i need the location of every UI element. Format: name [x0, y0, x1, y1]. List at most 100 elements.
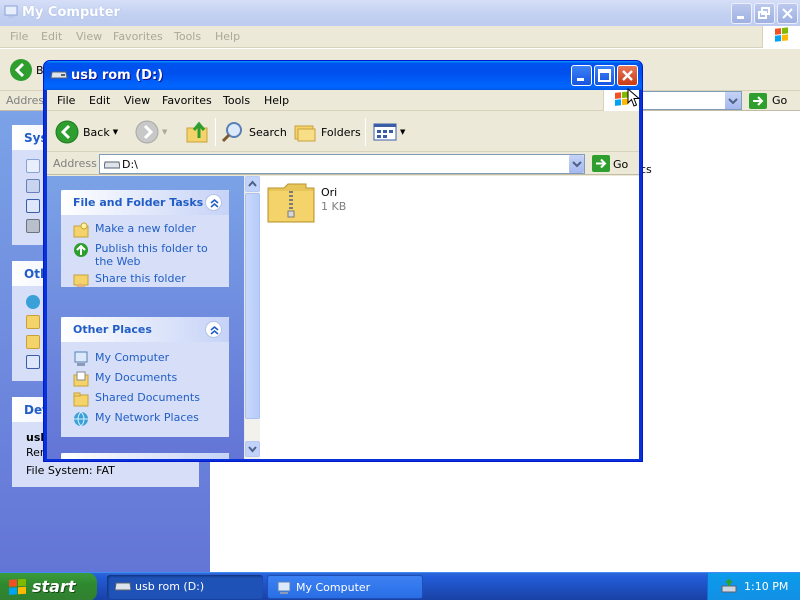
menu-favorites[interactable]: Favorites: [113, 30, 163, 43]
address-label: Address: [53, 157, 97, 170]
documents-icon: [73, 371, 89, 387]
taskbar-item-usb-rom[interactable]: usb rom (D:): [107, 575, 263, 599]
forward-button[interactable]: ▼: [135, 119, 167, 145]
other-places-header[interactable]: Other Places: [61, 317, 229, 342]
share-folder-link[interactable]: Share this folder: [73, 272, 223, 288]
back-button[interactable]: Back ▼: [55, 119, 118, 145]
menu-help[interactable]: Help: [264, 94, 289, 107]
window-title: My Computer: [22, 5, 120, 20]
windows-logo: [762, 26, 800, 48]
usb-rom-title-bar[interactable]: usb rom (D:): [44, 61, 642, 90]
menu-favorites[interactable]: Favorites: [162, 94, 212, 107]
my-network-places-link[interactable]: My Network Places: [73, 411, 223, 427]
start-button[interactable]: start: [0, 573, 97, 600]
address-dropdown[interactable]: [568, 155, 584, 173]
restore-button[interactable]: [754, 3, 775, 24]
folders-icon: [294, 125, 316, 142]
views-dropdown-icon[interactable]: ▼: [400, 128, 405, 136]
safely-remove-hardware-icon[interactable]: [720, 579, 738, 595]
address-dropdown[interactable]: [725, 92, 741, 109]
computer-icon: [74, 351, 88, 366]
shared-documents-link[interactable]: Shared Documents: [73, 391, 223, 407]
menu-edit[interactable]: Edit: [89, 94, 110, 107]
publish-to-web-link[interactable]: Publish this folder to the Web: [73, 242, 223, 268]
details-header[interactable]: [61, 453, 229, 459]
folder-icon[interactable]: [26, 335, 40, 349]
go-button[interactable]: Go: [591, 154, 637, 174]
back-dropdown-icon[interactable]: ▼: [113, 128, 118, 136]
collapse-button[interactable]: [205, 321, 222, 338]
zip-folder-icon: [267, 183, 315, 223]
chevron-down-icon: [728, 98, 738, 105]
minimize-icon: [577, 78, 584, 81]
file-item[interactable]: Ori 1 KB: [266, 182, 386, 230]
menu-view[interactable]: View: [76, 30, 102, 43]
menu-bar: File Edit View Favorites Tools Help: [0, 26, 800, 48]
close-button[interactable]: [617, 65, 638, 86]
computer-icon: [4, 5, 18, 18]
minimize-button[interactable]: [571, 65, 592, 86]
go-button[interactable]: Go: [748, 92, 787, 113]
make-new-folder-link[interactable]: Make a new folder: [73, 222, 223, 238]
file-folder-tasks-panel: File and Folder Tasks Make a new folder …: [61, 190, 229, 287]
chevron-up-icon: [210, 198, 219, 208]
my-network-places-label: My Network Places: [95, 411, 199, 424]
file-name: Ori: [321, 186, 338, 199]
scroll-up-button[interactable]: [245, 176, 260, 192]
task-pane-scrollbar[interactable]: [244, 176, 260, 459]
menu-file[interactable]: File: [57, 94, 75, 107]
menu-tools[interactable]: Tools: [174, 30, 201, 43]
control-panel-icon[interactable]: [26, 355, 40, 369]
back-button[interactable]: [9, 58, 33, 82]
back-label: Back: [83, 125, 110, 139]
forward-dropdown-icon[interactable]: ▼: [162, 128, 167, 136]
other-places-panel: Other Places My Computer My Documents Sh…: [61, 317, 229, 437]
windows-flag-icon: [775, 27, 788, 42]
make-new-folder-label: Make a new folder: [95, 222, 196, 235]
file-list[interactable]: Ori 1 KB: [260, 176, 639, 459]
my-computer-label: My Computer: [95, 351, 170, 364]
collapse-button[interactable]: [205, 194, 222, 211]
usb-rom-window[interactable]: usb rom (D:) File Edit View Favorites To…: [43, 60, 643, 462]
address-bar: Address D:\ Go: [47, 153, 639, 175]
menu-edit[interactable]: Edit: [41, 30, 62, 43]
menu-help[interactable]: Help: [215, 30, 240, 43]
address-input[interactable]: D:\: [99, 154, 585, 174]
folders-label: Folders: [321, 125, 361, 139]
menu-view[interactable]: View: [124, 94, 150, 107]
my-documents-link[interactable]: My Documents: [73, 371, 223, 387]
folders-button[interactable]: Folders: [293, 119, 361, 145]
new-folder-icon: [73, 222, 89, 238]
shared-folder-icon: [73, 392, 89, 407]
views-button[interactable]: ▼: [373, 119, 405, 145]
documents-icon[interactable]: [26, 315, 40, 329]
close-button[interactable]: [777, 3, 798, 24]
scroll-down-button[interactable]: [245, 441, 260, 457]
maximize-icon: [598, 69, 611, 82]
menu-file[interactable]: File: [10, 30, 28, 43]
removable-drive-icon: [50, 71, 68, 79]
my-computer-link[interactable]: My Computer: [73, 351, 223, 367]
maximize-button[interactable]: [594, 65, 615, 86]
system-info-icon[interactable]: [26, 159, 40, 173]
scroll-thumb[interactable]: [245, 193, 260, 419]
clock[interactable]: 1:10 PM: [744, 580, 788, 593]
change-setting-icon[interactable]: [26, 199, 40, 213]
menu-tools[interactable]: Tools: [223, 94, 250, 107]
network-icon[interactable]: [26, 295, 40, 309]
file-folder-tasks-header[interactable]: File and Folder Tasks: [61, 190, 229, 215]
my-computer-title-bar[interactable]: My Computer: [0, 0, 800, 26]
taskbar-item-my-computer[interactable]: My Computer: [267, 575, 423, 599]
my-documents-label: My Documents: [95, 371, 178, 384]
details-panel: [61, 453, 229, 459]
search-button[interactable]: Search: [221, 119, 287, 145]
up-button[interactable]: [185, 119, 211, 145]
drive-icon[interactable]: [26, 219, 40, 233]
views-icon: [373, 123, 397, 141]
address-input[interactable]: [640, 91, 742, 110]
toolbar: Back ▼ ▼ Search Folders ▼: [47, 112, 639, 152]
add-remove-icon[interactable]: [26, 179, 40, 193]
chevron-up-icon: [210, 325, 219, 335]
go-label: Go: [613, 158, 629, 171]
minimize-button[interactable]: [731, 3, 752, 24]
